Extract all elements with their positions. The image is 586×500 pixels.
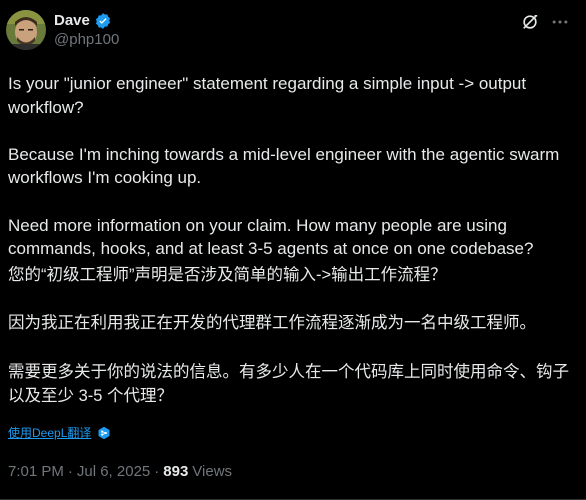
tweet-date[interactable]: Jul 6, 2025 bbox=[77, 462, 150, 482]
deepl-icon bbox=[97, 426, 111, 440]
translate-attribution: 使用DeepL翻译 bbox=[6, 425, 578, 441]
verified-badge-icon bbox=[94, 12, 112, 30]
grok-icon[interactable] bbox=[520, 12, 540, 32]
translated-paragraph: 需要更多关于你的说法的信息。有多少人在一个代码库上同时使用命令、钩子以及至少 3… bbox=[8, 362, 569, 406]
translated-text: 您的“初级工程师”声明是否涉及简单的输入->输出工作流程？ 因为我正在利用我正在… bbox=[6, 263, 581, 409]
tweet-paragraph: Need more information on your claim. How… bbox=[8, 215, 534, 259]
tweet-text: Is your "junior engineer" statement rega… bbox=[6, 72, 566, 261]
views-count: 893 bbox=[163, 463, 189, 480]
tweet-time[interactable]: 7:01 PM bbox=[8, 462, 64, 482]
handle[interactable]: @php100 bbox=[54, 30, 119, 50]
translate-link[interactable]: 使用DeepL翻译 bbox=[8, 425, 91, 441]
top-actions bbox=[520, 10, 578, 32]
tweet-paragraph: Because I'm inching towards a mid-level … bbox=[8, 144, 560, 188]
user-info: Dave @php100 bbox=[54, 10, 119, 50]
name-row: Dave bbox=[54, 12, 119, 30]
tweet-paragraph: Is your "junior engineer" statement rega… bbox=[8, 74, 527, 117]
tweet-card: Dave @php100 Is your "junior engineer" s… bbox=[0, 0, 586, 500]
meta-separator: · bbox=[67, 463, 73, 480]
more-options-icon[interactable] bbox=[550, 12, 570, 32]
avatar[interactable] bbox=[6, 10, 46, 50]
translated-paragraph: 因为我正在利用我正在开发的代理群工作流程逐渐成为一名中级工程师。 bbox=[8, 314, 536, 333]
tweet-header: Dave @php100 bbox=[6, 10, 578, 58]
display-name[interactable]: Dave bbox=[54, 12, 90, 30]
views-label: Views bbox=[192, 463, 233, 480]
meta-separator: · bbox=[154, 463, 160, 480]
translated-paragraph: 您的“初级工程师”声明是否涉及简单的输入->输出工作流程？ bbox=[8, 265, 447, 284]
tweet-meta: 7:01 PM · Jul 6, 2025 · 893 Views bbox=[8, 462, 232, 482]
